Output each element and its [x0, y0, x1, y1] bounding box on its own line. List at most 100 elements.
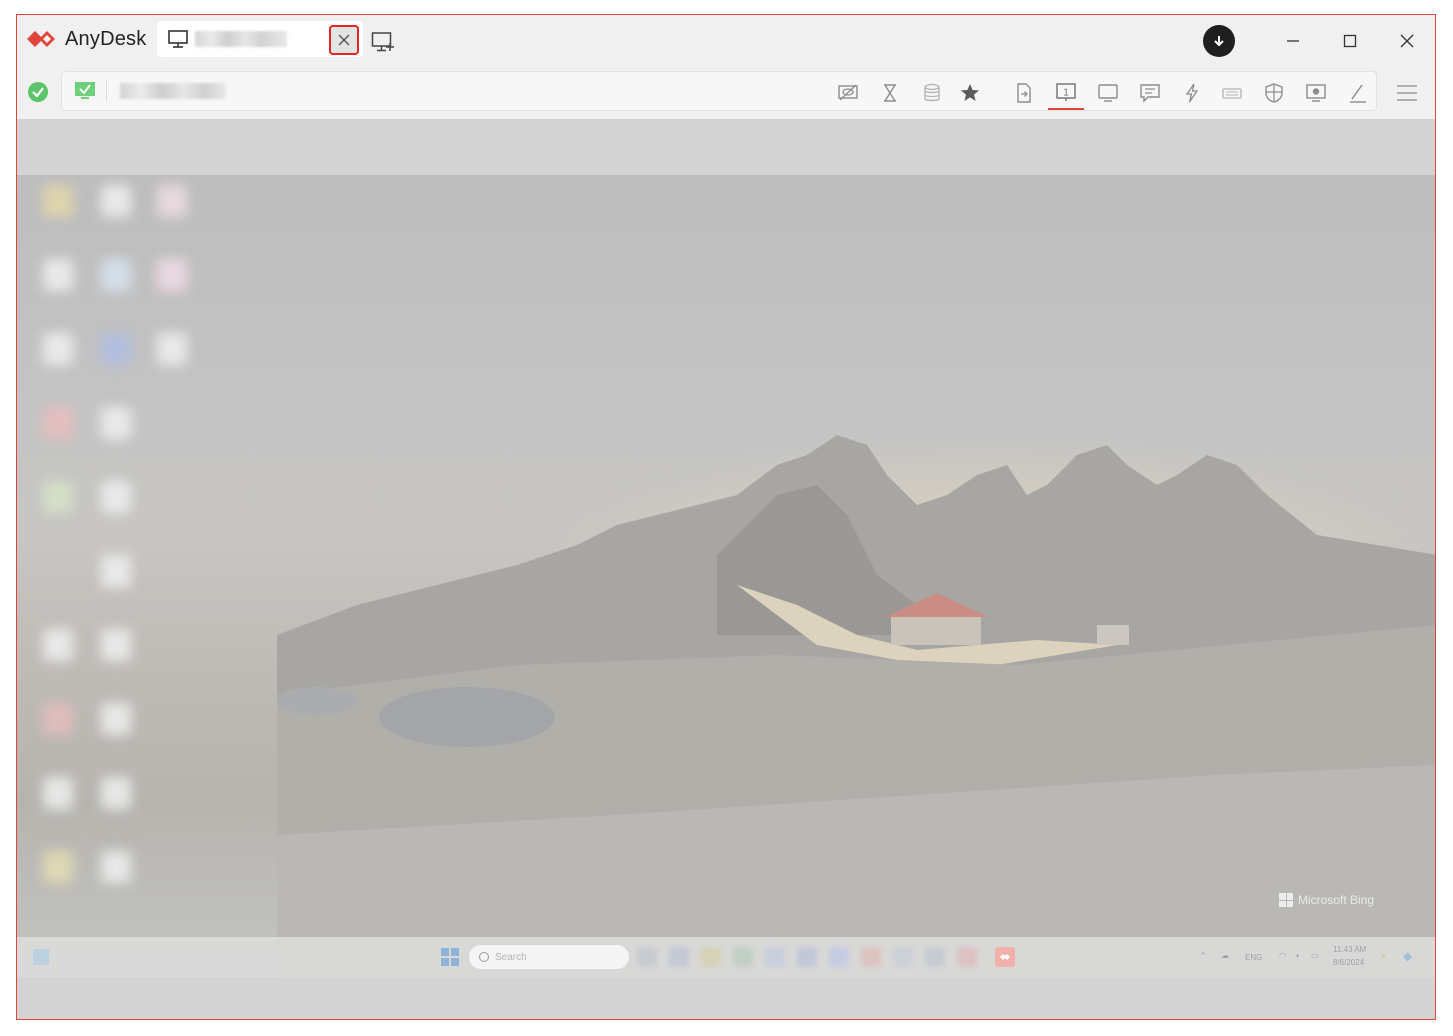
database-icon — [924, 83, 940, 102]
download-button[interactable] — [1203, 25, 1235, 57]
app-title: AnyDesk — [65, 27, 147, 50]
hourglass-icon — [884, 84, 896, 102]
taskbar-app-icon[interactable] — [893, 947, 913, 967]
actions-button[interactable] — [1180, 81, 1204, 105]
widgets-icon[interactable] — [33, 949, 49, 965]
display-settings-button[interactable] — [1096, 81, 1120, 105]
taskbar-app-icon[interactable] — [829, 947, 849, 967]
battery-icon[interactable]: ▭ — [1311, 951, 1319, 960]
taskbar-app-icon[interactable] — [861, 947, 881, 967]
remote-taskbar: Search ^ ☁ ENG ◠ ◖ ▭ 11:43 AM 8/6/2024 ●… — [17, 937, 1435, 977]
copilot-icon[interactable]: ◆ — [1403, 949, 1412, 963]
desktop-icon[interactable] — [101, 555, 131, 587]
actions-lightning-icon — [1185, 83, 1199, 103]
minimize-icon — [1287, 40, 1299, 42]
taskbar-app-icon[interactable] — [669, 947, 689, 967]
session-timer-button[interactable] — [878, 81, 902, 105]
maximize-button[interactable] — [1338, 29, 1362, 53]
permissions-button[interactable] — [1262, 81, 1286, 105]
new-session-button[interactable] — [371, 31, 395, 53]
address-separator — [106, 80, 107, 102]
microsoft-logo-icon — [1279, 893, 1293, 907]
keyboard-button[interactable] — [1220, 81, 1244, 105]
record-session-icon — [1306, 84, 1326, 102]
desktop-icon[interactable] — [101, 185, 131, 217]
tray-time[interactable]: 11:43 AM — [1333, 945, 1366, 954]
desktop-icon[interactable] — [101, 629, 131, 661]
desktop-icon[interactable] — [43, 777, 73, 809]
whiteboard-button[interactable] — [1346, 81, 1370, 105]
taskbar-search[interactable]: Search — [469, 945, 629, 969]
maximize-icon — [1343, 34, 1357, 48]
privacy-mode-icon — [838, 84, 858, 101]
minimize-button[interactable] — [1281, 29, 1305, 53]
desktop-icon[interactable] — [43, 703, 73, 735]
start-button[interactable] — [441, 948, 459, 966]
language-indicator[interactable]: ENG — [1245, 953, 1262, 962]
desktop-icon[interactable] — [101, 777, 131, 809]
desktop-icon[interactable] — [43, 851, 73, 883]
file-transfer-button[interactable] — [1012, 81, 1036, 105]
desktop-icons — [17, 175, 187, 915]
favorite-star-icon — [961, 84, 979, 101]
cloud-icon[interactable]: ☁ — [1221, 951, 1229, 960]
permissions-shield-icon — [1265, 83, 1283, 103]
tray-date[interactable]: 8/6/2024 — [1333, 958, 1364, 967]
title-bar: AnyDesk — [17, 15, 1435, 67]
remote-address-label — [120, 83, 226, 99]
taskbar-app-icon[interactable] — [733, 947, 753, 967]
favorite-button[interactable] — [958, 81, 982, 105]
desktop-icon[interactable] — [43, 333, 73, 365]
taskbar-app-icon[interactable] — [957, 947, 977, 967]
close-window-button[interactable] — [1395, 29, 1419, 53]
wifi-icon[interactable]: ◠ — [1279, 951, 1286, 960]
remote-desktop[interactable]: Microsoft Bing Search ^ ☁ ENG ◠ ◖ ▭ 11:4… — [17, 175, 1435, 977]
session-tab-label — [195, 31, 287, 47]
desktop-icon[interactable] — [157, 259, 187, 291]
taskbar-app-icon[interactable] — [925, 947, 945, 967]
close-icon — [338, 34, 350, 46]
desktop-icon[interactable] — [101, 407, 131, 439]
desktop-icon[interactable] — [43, 629, 73, 661]
chat-button[interactable] — [1138, 81, 1162, 105]
anydesk-logo-icon — [27, 31, 55, 47]
notification-bell-icon[interactable]: ● — [1381, 951, 1386, 960]
main-menu-button[interactable] — [1395, 81, 1419, 105]
desktop-icon[interactable] — [101, 703, 131, 735]
desktop-icon[interactable] — [157, 185, 187, 217]
database-button[interactable] — [920, 81, 944, 105]
taskbar-app-icon[interactable] — [765, 947, 785, 967]
privacy-mode-button[interactable] — [836, 81, 860, 105]
download-arrow-icon — [1214, 36, 1224, 47]
mountain-landscape-image — [277, 435, 1435, 977]
taskbar-anydesk-icon[interactable] — [995, 947, 1015, 967]
system-tray: ^ ☁ ENG ◠ ◖ ▭ 11:43 AM 8/6/2024 ● ◆ — [1197, 937, 1435, 977]
tray-chevron-icon[interactable]: ^ — [1201, 951, 1205, 960]
taskbar-app-icon[interactable] — [637, 947, 657, 967]
desktop-icon[interactable] — [43, 185, 73, 217]
taskbar-app-icon[interactable] — [701, 947, 721, 967]
taskbar-app-icon[interactable] — [797, 947, 817, 967]
desktop-icon[interactable] — [43, 259, 73, 291]
desktop-icon[interactable] — [101, 481, 131, 513]
desktop-icon[interactable] — [157, 333, 187, 365]
desktop-icon[interactable] — [43, 481, 73, 513]
anydesk-small-icon — [1000, 954, 1010, 960]
desktop-icon[interactable] — [101, 259, 131, 291]
volume-icon[interactable]: ◖ — [1295, 951, 1300, 960]
remote-bottom-margin — [17, 977, 1435, 1019]
remote-screen-area[interactable]: Microsoft Bing Search ^ ☁ ENG ◠ ◖ ▭ 11:4… — [17, 119, 1435, 1019]
desktop-icon[interactable] — [101, 851, 131, 883]
desktop-icon[interactable] — [43, 407, 73, 439]
watermark-label: Microsoft Bing — [1298, 893, 1375, 907]
close-tab-button[interactable] — [329, 25, 359, 55]
search-icon — [479, 952, 489, 962]
desktop-icon[interactable] — [101, 333, 131, 365]
session-tab[interactable] — [157, 21, 363, 57]
whiteboard-pen-icon — [1350, 84, 1366, 103]
display-icon — [1098, 84, 1118, 102]
record-session-button[interactable] — [1304, 81, 1328, 105]
monitor-number-label: 1 — [1063, 88, 1069, 99]
monitor-select-button[interactable]: 1 — [1048, 81, 1084, 110]
keyboard-icon — [1222, 88, 1242, 99]
